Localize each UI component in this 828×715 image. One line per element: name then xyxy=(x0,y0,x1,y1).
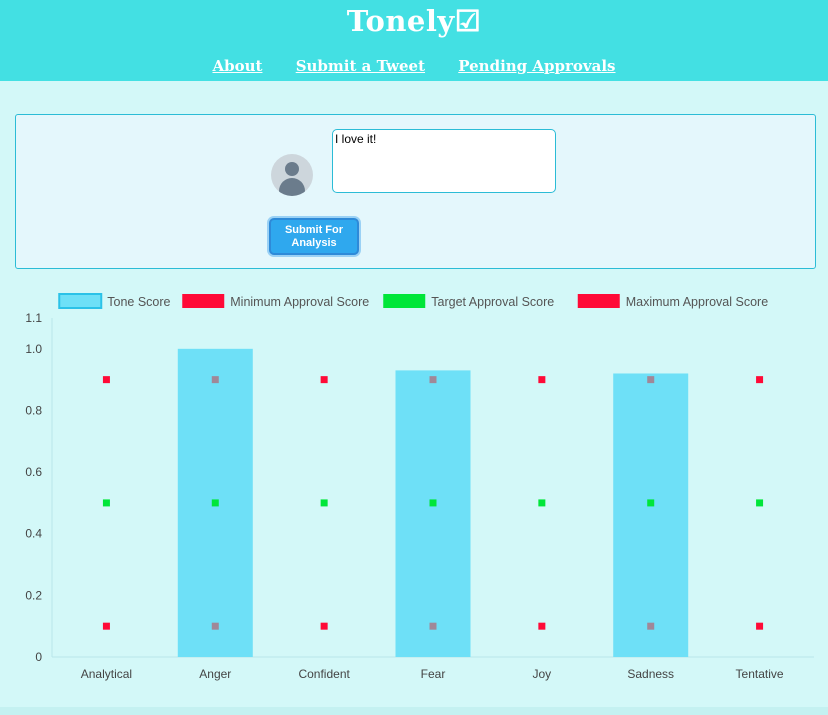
footer-strip xyxy=(0,707,828,715)
y-tick-label: 0 xyxy=(35,650,42,664)
nav-about-link[interactable]: About xyxy=(212,57,262,75)
max-approval-point xyxy=(538,376,546,384)
y-tick-label: 0.6 xyxy=(25,465,42,479)
avatar-head xyxy=(285,162,299,176)
tweet-input[interactable] xyxy=(332,129,556,193)
min-approval-point xyxy=(429,622,437,630)
min-approval-point xyxy=(102,622,110,630)
x-tick-label: Fear xyxy=(421,667,446,681)
legend-swatch-target-approval xyxy=(383,294,426,308)
x-tick-label: Anger xyxy=(199,667,231,681)
target-approval-point xyxy=(756,499,764,507)
submit-for-analysis-button[interactable]: Submit For Analysis xyxy=(269,218,359,255)
legend-label: Maximum Approval Score xyxy=(626,295,768,309)
x-tick-label: Confident xyxy=(298,667,350,681)
target-approval-point xyxy=(320,499,328,507)
target-approval-point xyxy=(647,499,655,507)
y-tick-label: 1.0 xyxy=(25,342,42,356)
nav-submit-tweet-link[interactable]: Submit a Tweet xyxy=(296,57,425,75)
min-approval-point xyxy=(211,622,219,630)
avatar-body xyxy=(279,178,305,196)
target-approval-point xyxy=(429,499,437,507)
main-nav: About Submit a Tweet Pending Approvals xyxy=(0,57,828,75)
min-approval-point xyxy=(320,622,328,630)
x-tick-label: Joy xyxy=(533,667,552,681)
y-tick-label: 0.4 xyxy=(25,527,42,541)
min-approval-point xyxy=(647,622,655,630)
y-tick-label: 1.1 xyxy=(25,311,42,325)
tone-score-bar xyxy=(613,373,689,657)
x-tick-label: Analytical xyxy=(81,667,132,681)
tone-score-bar xyxy=(395,370,471,657)
max-approval-point xyxy=(429,376,437,384)
legend-label: Tone Score xyxy=(107,295,170,309)
target-approval-point xyxy=(538,499,546,507)
y-tick-label: 0.8 xyxy=(25,403,42,417)
max-approval-point xyxy=(102,376,110,384)
max-approval-point xyxy=(211,376,219,384)
x-tick-label: Tentative xyxy=(736,667,784,681)
target-approval-point xyxy=(211,499,219,507)
min-approval-point xyxy=(538,622,546,630)
target-approval-point xyxy=(102,499,110,507)
y-tick-label: 0.2 xyxy=(25,588,42,602)
max-approval-point xyxy=(647,376,655,384)
legend-swatch-maximum-approval xyxy=(577,294,620,308)
max-approval-point xyxy=(756,376,764,384)
x-tick-label: Sadness xyxy=(627,667,674,681)
min-approval-point xyxy=(756,622,764,630)
legend-swatch-tone-score xyxy=(58,293,103,309)
tone-chart: 1.1 1.0 0.8 0.6 0.4 0.2 0 Analytical Anger Confid… xyxy=(25,293,814,681)
legend-label: Minimum Approval Score xyxy=(230,295,369,309)
nav-pending-approvals-link[interactable]: Pending Approvals xyxy=(458,57,615,75)
header-bar: Tonely☑ About Submit a Tweet Pending App… xyxy=(0,0,828,81)
max-approval-point xyxy=(320,376,328,384)
avatar xyxy=(271,154,313,196)
app-logo[interactable]: Tonely☑ xyxy=(0,4,828,38)
legend-swatch-minimum-approval xyxy=(182,294,225,308)
tweet-composer-card: Submit For Analysis xyxy=(15,114,816,269)
legend-label: Target Approval Score xyxy=(431,295,554,309)
